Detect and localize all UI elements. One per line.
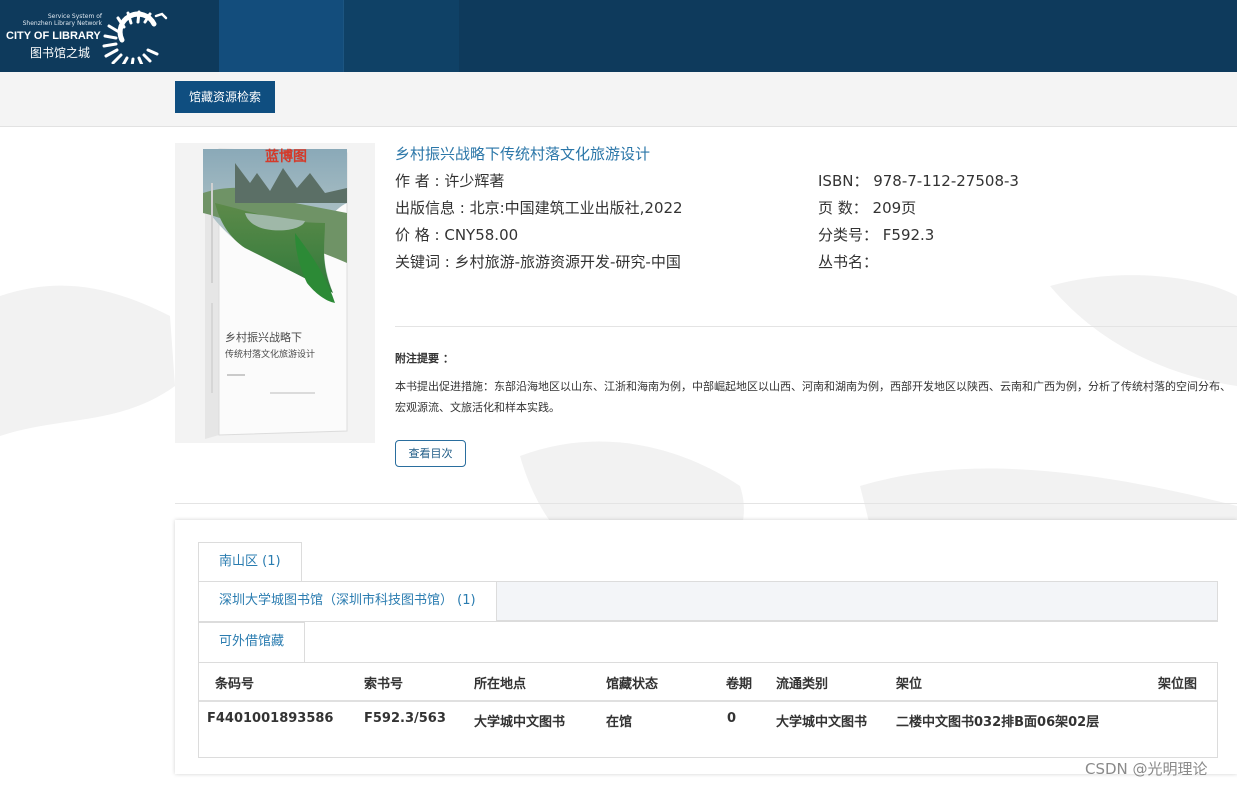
logo-network-line2: Shenzhen Library Network	[22, 20, 102, 27]
book-cover-image: 蓝博图 乡村振兴战略下 传统村落文化旅游设计	[175, 143, 375, 443]
header-nav-segment[interactable]	[219, 0, 343, 72]
table-header-line	[199, 700, 1217, 702]
book-cover[interactable]: 蓝博图 乡村振兴战略下 传统村落文化旅游设计	[175, 143, 375, 443]
book-price: 价 格 : CNY58.00	[395, 226, 519, 244]
logo-sunburst-icon	[102, 10, 168, 64]
tab-region-nanshan[interactable]: 南山区 (1)	[198, 542, 302, 582]
note-text: 本书提出促进措施：东部沿海地区以山东、江浙和海南为例，中部崛起地区以山西、河南和…	[395, 380, 1231, 414]
column-header-volume[interactable]: 卷期	[726, 673, 752, 692]
column-header-shelf[interactable]: 架位	[896, 673, 922, 692]
table-row-shelf: 二楼中文图书032排B面06架02层	[896, 715, 1100, 730]
book-series: 丛书名：	[818, 253, 879, 271]
book-publication: 出版信息 : 北京:中国建筑工业出版社,2022	[395, 199, 683, 217]
column-header-shelf-map[interactable]: 架位图	[1158, 673, 1197, 692]
table-row-call-number: F592.3/563	[364, 711, 446, 726]
tab-loanable-holdings[interactable]: 可外借馆藏	[198, 622, 306, 663]
table-row-status: 在馆	[606, 715, 633, 730]
table-row-barcode: F4401001893586	[207, 711, 334, 726]
column-header-location[interactable]: 所在地点	[474, 673, 526, 692]
book-title[interactable]: 乡村振兴战略下传统村落文化旅游设计	[395, 143, 650, 164]
book-author: 作 者 : 许少辉著	[395, 172, 505, 190]
column-header-status[interactable]: 馆藏状态	[606, 673, 658, 692]
book-keywords: 关键词 : 乡村旅游-旅游资源开发-研究-中国	[395, 253, 681, 271]
table-row-volume: 0	[727, 711, 737, 726]
table-row-circulation-type: 大学城中文图书	[776, 715, 868, 730]
top-header: Service System of Shenzhen Library Netwo…	[0, 0, 1237, 72]
header-nav-segment-2[interactable]	[343, 0, 459, 72]
holdings-table	[198, 662, 1218, 758]
book-pages: 页 数： 209页	[818, 199, 917, 217]
site-logo[interactable]: Service System of Shenzhen Library Netwo…	[6, 10, 176, 66]
column-header-barcode[interactable]: 条码号	[215, 673, 254, 692]
logo-brand: CITY OF LIBRARY	[6, 30, 101, 42]
column-header-circulation-type[interactable]: 流通类别	[776, 673, 828, 692]
csdn-watermark: CSDN @光明理论	[1085, 760, 1208, 778]
note-label: 附注提要 ：	[395, 352, 454, 365]
tab-library-university-town[interactable]: 深圳大学城图书馆（深圳市科技图书馆） (1)	[198, 581, 497, 622]
cover-title-line2: 传统村落文化旅游设计	[225, 348, 315, 360]
table-row-location: 大学城中文图书	[474, 715, 566, 730]
cover-title-line1: 乡村振兴战略下	[225, 330, 302, 344]
logo-network-line1: Service System of	[47, 13, 102, 20]
column-header-call-number[interactable]: 索书号	[364, 673, 403, 692]
section-divider-2	[175, 503, 1237, 504]
tab-bar-line	[198, 621, 1218, 622]
book-classification: 分类号： F592.3	[818, 226, 935, 244]
collection-search-button[interactable]: 馆藏资源检索	[175, 81, 275, 113]
book-isbn: ISBN： 978-7-112-27508-3	[818, 172, 1019, 190]
cover-badge: 蓝博图	[265, 148, 307, 165]
logo-brand-cn: 图书馆之城	[30, 46, 91, 60]
section-divider	[395, 326, 1237, 327]
view-toc-button[interactable]: 查看目次	[395, 440, 466, 467]
